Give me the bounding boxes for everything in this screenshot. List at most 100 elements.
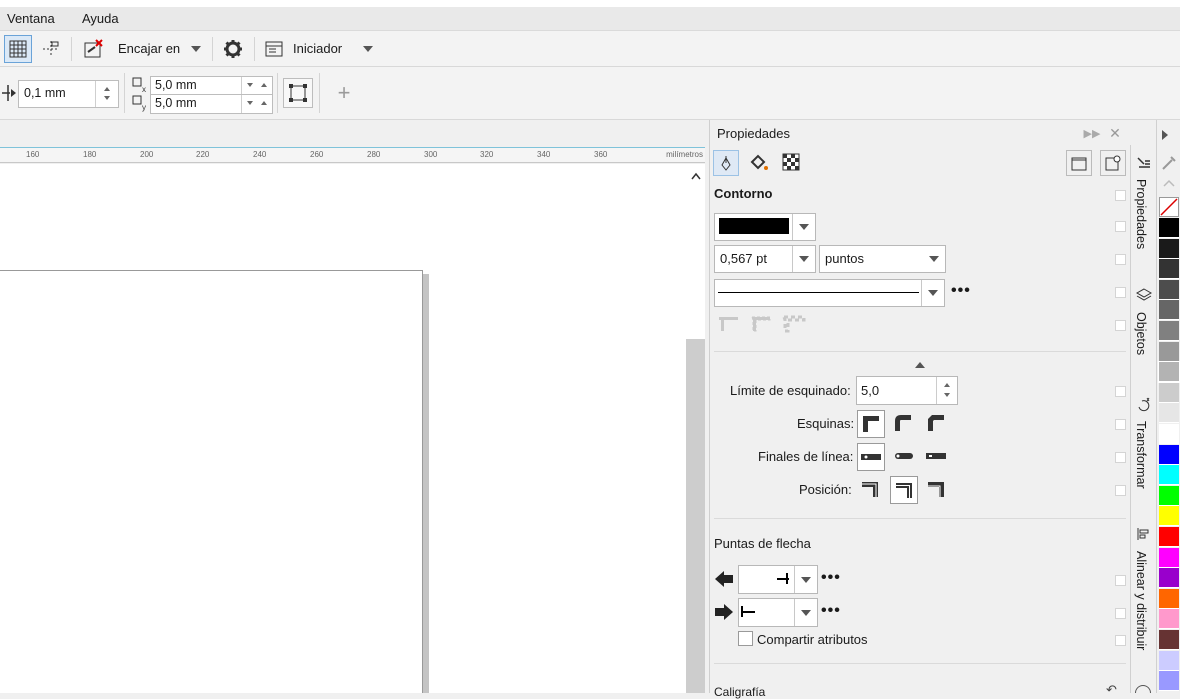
launcher-dropdown[interactable] (360, 41, 376, 57)
end-arrowhead-select[interactable] (738, 598, 818, 627)
tab-alinear-y-distribuir[interactable]: Alinear y distribuir (1134, 551, 1148, 650)
outline-color-picker[interactable] (714, 213, 816, 241)
butt-cap-button[interactable] (857, 443, 885, 471)
property-bar: 0,1 mm x y 5,0 mm 5,0 mm + (0, 67, 1180, 120)
duplicate-x-input[interactable]: 5,0 mm (150, 76, 273, 96)
scroll-up-button[interactable] (686, 167, 705, 185)
snap-off-button[interactable] (79, 35, 107, 63)
color-swatch[interactable] (1159, 568, 1179, 589)
chevron-down-icon (923, 246, 945, 272)
color-swatch[interactable] (1159, 609, 1179, 630)
color-swatch[interactable] (1159, 630, 1179, 650)
row-option[interactable] (1115, 190, 1126, 201)
color-swatch[interactable] (1159, 485, 1179, 506)
end-arrow-options-button[interactable]: ••• (821, 602, 841, 620)
row-option[interactable] (1115, 386, 1126, 397)
undo-icon[interactable]: ↶ (1106, 682, 1117, 698)
horizontal-ruler[interactable]: 160 180 200 220 240 260 280 300 320 340 … (0, 147, 705, 163)
color-swatch[interactable] (1159, 382, 1179, 403)
color-swatch[interactable] (1159, 218, 1179, 238)
center-position-button[interactable] (890, 476, 918, 504)
palette-scroll-up-icon[interactable] (1162, 178, 1176, 188)
share-attributes-label[interactable]: Compartir atributos (757, 632, 868, 647)
row-option[interactable] (1115, 287, 1126, 298)
snap-to-label[interactable]: Encajar en (118, 41, 180, 56)
square-cap-button[interactable] (923, 443, 949, 469)
panel-title: Propiedades (717, 126, 790, 141)
color-swatch[interactable] (1159, 465, 1179, 486)
color-swatch[interactable] (1159, 671, 1179, 692)
color-swatch[interactable] (1159, 424, 1179, 444)
color-swatch[interactable] (1159, 527, 1179, 547)
color-swatch[interactable] (1159, 588, 1179, 609)
pen-nib-icon (721, 156, 731, 171)
tab-transformar[interactable]: Transformar (1134, 421, 1148, 489)
start-arrowhead-select[interactable] (738, 565, 818, 594)
color-swatch[interactable] (1158, 361, 1180, 384)
collapse-section-icon[interactable] (915, 362, 925, 368)
tab-propiedades[interactable]: Propiedades (1134, 179, 1148, 249)
color-swatch[interactable] (1159, 321, 1179, 341)
eyedropper-icon[interactable] (1160, 154, 1178, 172)
tab-objetos[interactable]: Objetos (1134, 312, 1148, 355)
miter-limit-input[interactable]: 5,0 (856, 376, 958, 405)
row-option[interactable] (1115, 419, 1126, 430)
color-swatch[interactable] (1159, 506, 1179, 527)
color-swatch[interactable] (1159, 238, 1179, 259)
outline-width-input[interactable]: 0,567 pt (714, 245, 816, 273)
nudge-distance-input[interactable]: 0,1 mm (18, 80, 119, 108)
units-select[interactable]: puntos (819, 245, 946, 273)
row-option[interactable] (1115, 254, 1126, 265)
color-swatch[interactable] (1159, 300, 1179, 321)
treat-as-filled-button[interactable] (283, 78, 313, 108)
document-page[interactable] (0, 270, 423, 693)
chevron-down-icon (794, 566, 817, 593)
round-cap-button[interactable] (890, 443, 916, 469)
color-swatch[interactable] (1159, 259, 1179, 280)
row-option[interactable] (1115, 221, 1126, 232)
share-attributes-checkbox[interactable] (738, 631, 753, 646)
snap-dropdown[interactable] (188, 41, 204, 57)
menu-ayuda[interactable]: Ayuda (82, 11, 119, 26)
row-option[interactable] (1115, 635, 1126, 646)
row-option[interactable] (1115, 575, 1126, 586)
miter-corner-button[interactable] (857, 410, 885, 438)
frame-button[interactable] (1066, 150, 1092, 176)
menu-ventana[interactable]: Ventana (7, 11, 55, 26)
bevel-corner-button[interactable] (923, 410, 949, 436)
color-swatch[interactable] (1159, 279, 1179, 300)
no-color-swatch[interactable] (1159, 197, 1179, 217)
close-icon[interactable]: ✕ (1105, 123, 1125, 143)
palette-scroll-right-icon[interactable] (1162, 130, 1168, 140)
view-button[interactable] (1100, 150, 1126, 176)
color-swatch[interactable] (1159, 403, 1179, 424)
row-option[interactable] (1115, 485, 1126, 496)
add-icon[interactable]: + (333, 80, 355, 105)
collapse-icon[interactable]: ▶▶ (1082, 123, 1102, 143)
options-button[interactable] (219, 35, 247, 63)
color-swatch[interactable] (1159, 444, 1179, 465)
row-option[interactable] (1115, 452, 1126, 463)
inside-position-button[interactable] (923, 476, 949, 502)
corners-label: Esquinas: (797, 416, 855, 431)
row-option[interactable] (1115, 320, 1126, 331)
launcher-label[interactable]: Iniciador (293, 41, 342, 56)
round-corner-button[interactable] (890, 410, 916, 436)
color-swatch[interactable] (1159, 650, 1179, 671)
outside-position-button[interactable] (857, 476, 883, 502)
transparency-tab-button[interactable] (779, 150, 803, 174)
line-style-more-button[interactable]: ••• (951, 282, 971, 300)
start-arrow-options-button[interactable]: ••• (821, 569, 841, 587)
outline-tab-button[interactable] (713, 150, 739, 176)
duplicate-y-input[interactable]: 5,0 mm (150, 94, 273, 114)
grid-toggle-button[interactable] (4, 35, 32, 63)
guidelines-button[interactable] (37, 35, 65, 63)
color-swatch[interactable] (1159, 547, 1179, 568)
row-option[interactable] (1115, 608, 1126, 619)
outline-section-title: Contorno (714, 186, 773, 201)
launcher-button[interactable] (261, 35, 287, 63)
line-style-select[interactable] (714, 279, 945, 307)
color-swatch[interactable] (1159, 341, 1179, 362)
fill-tab-button[interactable] (747, 150, 771, 174)
vertical-scrollbar-thumb[interactable] (686, 339, 705, 693)
